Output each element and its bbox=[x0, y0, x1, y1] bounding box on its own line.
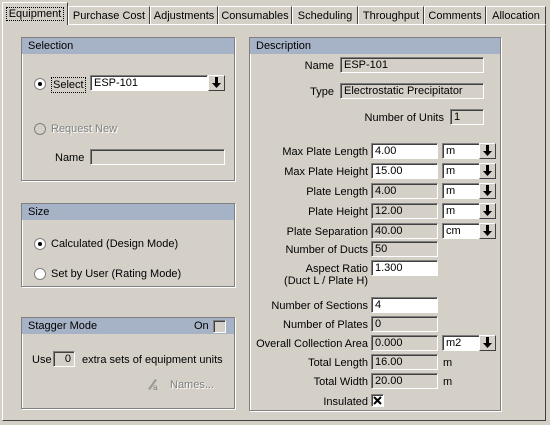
plate-separation-unit-dropdown[interactable] bbox=[479, 223, 496, 239]
ducts-label: Number of Ducts bbox=[285, 244, 368, 256]
tab-equipment[interactable]: Equipment bbox=[2, 2, 68, 25]
stagger-on-label: On bbox=[194, 320, 209, 332]
max-plate-height-unit-dropdown[interactable] bbox=[479, 163, 496, 179]
aspect-ratio-field[interactable]: 1.300 bbox=[371, 260, 438, 276]
plates-field: 0 bbox=[371, 316, 438, 332]
total-length-field: 16.00 bbox=[371, 354, 438, 370]
arrow-down-icon bbox=[483, 225, 492, 236]
stagger-on-checkbox[interactable] bbox=[213, 320, 226, 333]
total-width-unit: m bbox=[443, 376, 453, 388]
tab-allocation[interactable]: Allocation bbox=[486, 6, 546, 24]
request-new-label: Request New bbox=[51, 123, 118, 135]
insulated-checkbox[interactable] bbox=[371, 394, 384, 407]
plate-separation-unit[interactable]: cm bbox=[442, 223, 480, 239]
arrow-down-icon bbox=[483, 145, 492, 156]
tab-consumables[interactable]: Consumables bbox=[218, 6, 292, 24]
size-group: Size Calculated (Design Mode) Set by Use… bbox=[21, 203, 235, 287]
ducts-field: 50 bbox=[371, 241, 438, 257]
user-set-label[interactable]: Set by User (Rating Mode) bbox=[51, 267, 181, 281]
arrow-down-icon bbox=[483, 165, 492, 176]
plate-height-unit-dropdown[interactable] bbox=[479, 203, 496, 219]
desc-name-label: Name bbox=[304, 60, 334, 72]
max-plate-length-unit-dropdown[interactable] bbox=[479, 143, 496, 159]
tab-scheduling[interactable]: Scheduling bbox=[292, 6, 358, 24]
collection-area-unit-dropdown[interactable] bbox=[479, 335, 496, 351]
max-plate-length-label: Max Plate Length bbox=[282, 146, 368, 158]
desc-type-label: Type bbox=[310, 86, 334, 98]
description-group: Description Name ESP-101 Type Electrosta… bbox=[249, 37, 501, 411]
tab-purchase-cost[interactable]: Purchase Cost bbox=[68, 6, 150, 24]
select-radio[interactable] bbox=[34, 78, 46, 90]
stagger-group: Stagger Mode On Use 0 extra sets of equi… bbox=[21, 317, 235, 409]
max-plate-height-field[interactable]: 15.00 bbox=[371, 163, 438, 179]
pen-icon: a bbox=[146, 377, 160, 394]
plate-length-label: Plate Length bbox=[306, 186, 368, 198]
max-plate-length-unit[interactable]: m bbox=[442, 143, 480, 159]
desc-name-field: ESP-101 bbox=[340, 57, 484, 73]
total-length-unit: m bbox=[443, 357, 453, 369]
name-label: Name bbox=[55, 152, 85, 164]
plate-height-unit[interactable]: m bbox=[442, 203, 480, 219]
tab-throughput[interactable]: Throughput bbox=[358, 6, 424, 24]
arrow-down-icon bbox=[483, 205, 492, 216]
plate-separation-field: 40.00 bbox=[371, 223, 438, 239]
selection-header: Selection bbox=[22, 38, 234, 54]
equipment-select[interactable]: ESP-101 bbox=[90, 75, 208, 91]
desc-type-field: Electrostatic Precipitator bbox=[340, 83, 484, 99]
arrow-down-icon bbox=[483, 185, 492, 196]
tab-adjustments[interactable]: Adjustments bbox=[150, 6, 218, 24]
request-new-radio[interactable] bbox=[34, 123, 46, 135]
calculated-label[interactable]: Calculated (Design Mode) bbox=[51, 237, 178, 251]
collection-area-field: 0.000 bbox=[371, 335, 438, 351]
names-button[interactable]: Names... bbox=[170, 378, 214, 392]
total-width-field: 20.00 bbox=[371, 373, 438, 389]
description-header: Description bbox=[250, 38, 500, 54]
size-header: Size bbox=[22, 204, 234, 220]
use-label: Use bbox=[32, 354, 52, 366]
plate-length-field: 4.00 bbox=[371, 183, 438, 199]
plate-separation-label: Plate Separation bbox=[286, 226, 368, 238]
max-plate-height-label: Max Plate Height bbox=[284, 166, 368, 178]
extra-sets-field[interactable]: 0 bbox=[53, 351, 75, 367]
collection-area-unit[interactable]: m2 bbox=[442, 335, 480, 351]
tab-label: Equipment bbox=[5, 7, 65, 21]
arrow-down-icon bbox=[483, 337, 492, 348]
sections-field[interactable]: 4 bbox=[371, 297, 438, 313]
units-field: 1 bbox=[450, 109, 484, 125]
max-plate-height-unit[interactable]: m bbox=[442, 163, 480, 179]
max-plate-length-field[interactable]: 4.00 bbox=[371, 143, 438, 159]
units-label: Number of Units bbox=[364, 112, 444, 124]
total-length-label: Total Length bbox=[308, 357, 368, 369]
selection-group: Selection Select ESP-101 Request New Nam… bbox=[21, 37, 235, 181]
extra-sets-label: extra sets of equipment units bbox=[82, 354, 223, 366]
select-label[interactable]: Select bbox=[51, 77, 86, 93]
total-width-label: Total Width bbox=[313, 376, 368, 388]
checkmark-icon bbox=[373, 396, 382, 405]
plate-height-label: Plate Height bbox=[308, 206, 368, 218]
plate-length-unit[interactable]: m bbox=[442, 183, 480, 199]
user-set-radio[interactable] bbox=[34, 268, 46, 280]
plate-height-field: 12.00 bbox=[371, 203, 438, 219]
equipment-select-dropdown[interactable] bbox=[208, 75, 225, 91]
collection-area-label: Overall Collection Area bbox=[256, 338, 368, 350]
plates-label: Number of Plates bbox=[283, 319, 368, 331]
plate-length-unit-dropdown[interactable] bbox=[479, 183, 496, 199]
calculated-radio[interactable] bbox=[34, 238, 46, 250]
equipment-panel: Selection Select ESP-101 Request New Nam… bbox=[2, 24, 546, 421]
svg-text:a: a bbox=[153, 383, 158, 391]
sections-label: Number of Sections bbox=[271, 300, 368, 312]
aspect-ratio-sublabel: (Duct L / Plate H) bbox=[284, 275, 368, 287]
insulated-label: Insulated bbox=[323, 396, 368, 408]
tab-comments[interactable]: Comments bbox=[424, 6, 486, 24]
arrow-down-icon bbox=[212, 77, 221, 88]
name-field[interactable] bbox=[90, 149, 225, 165]
